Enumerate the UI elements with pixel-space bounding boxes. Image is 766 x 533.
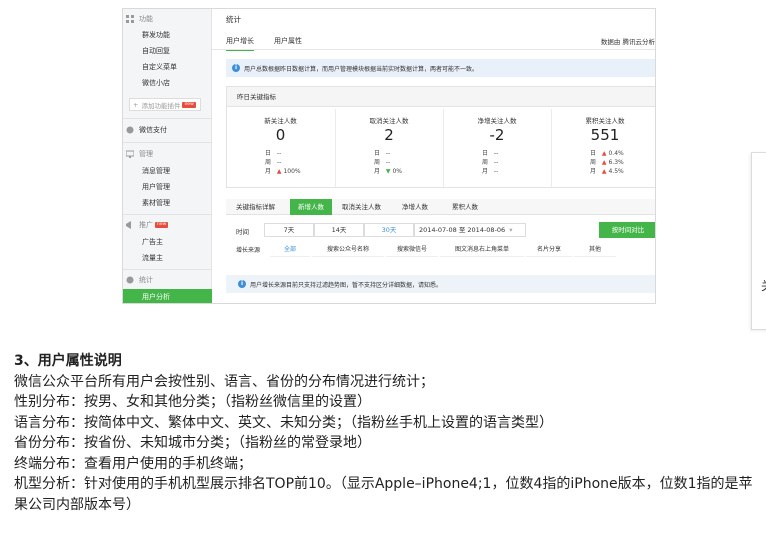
- sidebar-section-features: 功能: [126, 14, 153, 24]
- article-text: 3、用户属性说明 微信公众平台所有用户会按性别、语言、省份的分布情况进行统计； …: [14, 351, 759, 515]
- monitor-icon: [125, 150, 135, 158]
- tabs-divider: [212, 49, 655, 50]
- grid-icon: [126, 15, 134, 23]
- arrow-up-icon: ▲: [601, 150, 607, 157]
- sidebar-item-advertiser[interactable]: 广告主: [142, 237, 163, 247]
- kpi-new-followers: 新关注人数 0 日 -- 周 -- 月 ▲ 100%: [264, 117, 301, 175]
- sidebar-item-auto-reply[interactable]: 自动回复: [142, 46, 170, 56]
- info-icon: i: [232, 64, 240, 72]
- sidebar-item-wechat-store[interactable]: 微信小店: [142, 78, 170, 88]
- sidebar-divider: [123, 118, 212, 119]
- sidebar: 功能 群发功能 自动回复 自定义菜单 微信小店 + 添加功能插件 new 微信支…: [123, 9, 212, 303]
- date-range-picker[interactable]: 2014-07-08 至 2014-08-06 ▾: [414, 223, 526, 237]
- chevron-down-icon: ▾: [509, 226, 513, 234]
- arrow-up-icon: ▲: [601, 168, 607, 175]
- metric-subtabs: 关键指标详解 新增人数 取消关注人数 净增人数 累积人数: [226, 199, 655, 215]
- subtab-unfollow[interactable]: 取消关注人数: [342, 199, 381, 215]
- paragraph-line: 省份分布：按省份、未知城市分类；（指粉丝的常登录地）: [14, 435, 371, 451]
- sidebar-item-messages[interactable]: 消息管理: [142, 166, 170, 176]
- sidebar-section-promotion: 推广 new: [126, 220, 169, 230]
- add-plugin-button[interactable]: + 添加功能插件 new: [129, 98, 201, 111]
- paragraph-line: 性别分布：按男、女和其他分类；（指粉丝微信里的设置）: [14, 394, 371, 410]
- sidebar-item-publisher[interactable]: 流量主: [142, 253, 163, 263]
- megaphone-icon: [126, 221, 134, 229]
- key-metrics-panel: 昨日关键指标 新关注人数 0 日 -- 周 -- 月 ▲ 100% 取消关注人数…: [226, 86, 655, 188]
- kpi-unfollows: 取消关注人数 2 日 -- 周 -- 月 ▼ 0%: [335, 109, 442, 187]
- paragraph-line: 微信公众平台所有用户会按性别、语言、省份的分布情况进行统计；: [14, 373, 434, 390]
- paragraph-line: 机型分析：针对使用的手机机型展示排名TOP前10。（显示Apple–iPhone…: [14, 476, 753, 513]
- arrow-up-icon: ▲: [276, 168, 282, 175]
- wallet-icon: [126, 126, 134, 134]
- kpi-cumulative: 累积关注人数 551 日 ▲ 0.4% 周 ▲ 6.3% 月 ▲ 4.5%: [551, 109, 655, 187]
- main-content: 统计 用户增长 用户属性 数据由 腾讯云分析 i 用户总数根据昨日数据计算，而用…: [212, 9, 655, 303]
- source-notice: i 用户增长来源目前只支持过滤趋势图，暂不支持区分详细数据，请知悉。: [226, 275, 655, 293]
- data-source-link[interactable]: 数据由 腾讯云分析: [601, 36, 655, 46]
- source-article-menu[interactable]: 图文消息右上角菜单: [440, 243, 524, 257]
- section-heading: 3、用户属性说明: [14, 353, 122, 369]
- info-notice: i 用户总数根据昨日数据计算，而用户管理模块根据当前实时数据计算，两者可能不一致…: [226, 59, 655, 77]
- sidebar-divider: [123, 214, 212, 215]
- kpi-net-growth: 净增关注人数 -2 日 -- 周 -- 月 --: [443, 109, 550, 187]
- sidebar-section-stats: 统计: [126, 275, 153, 285]
- tab-user-attributes[interactable]: 用户属性: [274, 36, 302, 46]
- subtab-detail-label: 关键指标详解: [236, 203, 275, 211]
- sidebar-divider: [123, 142, 212, 143]
- kpi-row: 新关注人数 0 日 -- 周 -- 月 ▲ 100% 取消关注人数 2 日 --…: [227, 109, 655, 187]
- sidebar-item-user-analysis[interactable]: 用户分析: [123, 289, 212, 303]
- compare-by-time-button[interactable]: 按时间对比: [599, 222, 655, 238]
- time-14d[interactable]: 14天: [314, 223, 364, 237]
- source-search-name[interactable]: 搜索公众号名称: [312, 243, 384, 257]
- source-other[interactable]: 其他: [574, 243, 616, 257]
- source-search-id[interactable]: 搜索微信号: [386, 243, 438, 257]
- time-filter-row: 时间 7天 14天 30天 2014-07-08 至 2014-08-06 ▾ …: [226, 222, 655, 238]
- sidebar-divider: [123, 269, 212, 270]
- sidebar-item-custom-menu[interactable]: 自定义菜单: [142, 62, 177, 72]
- panel-title: 昨日关键指标: [227, 87, 655, 107]
- new-badge: new: [155, 222, 169, 228]
- arrow-down-icon: ▼: [385, 168, 391, 175]
- side-floating-card: 关 「: [751, 152, 766, 330]
- source-card-share[interactable]: 名片分享: [526, 243, 572, 257]
- sidebar-item-wechat-pay[interactable]: 微信支付: [126, 125, 167, 135]
- screenshot-frame: 功能 群发功能 自动回复 自定义菜单 微信小店 + 添加功能插件 new 微信支…: [122, 8, 656, 304]
- sidebar-section-manage: 管理: [125, 149, 153, 159]
- sidebar-item-users[interactable]: 用户管理: [142, 182, 170, 192]
- new-badge: new: [182, 101, 196, 108]
- plus-icon: +: [133, 100, 139, 109]
- paragraph-line: 语言分布：按简体中文、繁体中文、英文、未知分类；（指粉丝手机上设置的语言类型）: [14, 414, 553, 431]
- time-7d[interactable]: 7天: [264, 223, 314, 237]
- clock-icon: [126, 276, 134, 284]
- page-title: 统计: [226, 15, 241, 24]
- subtab-net[interactable]: 净增人数: [402, 199, 428, 215]
- sidebar-item-materials[interactable]: 素材管理: [142, 198, 170, 208]
- subtab-cumulative[interactable]: 累积人数: [452, 199, 478, 215]
- sidebar-item-mass-send[interactable]: 群发功能: [142, 30, 170, 40]
- subtab-new[interactable]: 新增人数: [290, 199, 332, 215]
- paragraph-line: 终端分布：查看用户使用的手机终端；: [14, 455, 252, 472]
- info-icon: i: [238, 280, 246, 288]
- arrow-up-icon: ▲: [601, 159, 607, 166]
- source-filter-row: 增长来源 全部 搜索公众号名称 搜索微信号 图文消息右上角菜单 名片分享 其他: [226, 241, 655, 257]
- source-all[interactable]: 全部: [270, 243, 310, 257]
- time-30d[interactable]: 30天: [364, 223, 414, 237]
